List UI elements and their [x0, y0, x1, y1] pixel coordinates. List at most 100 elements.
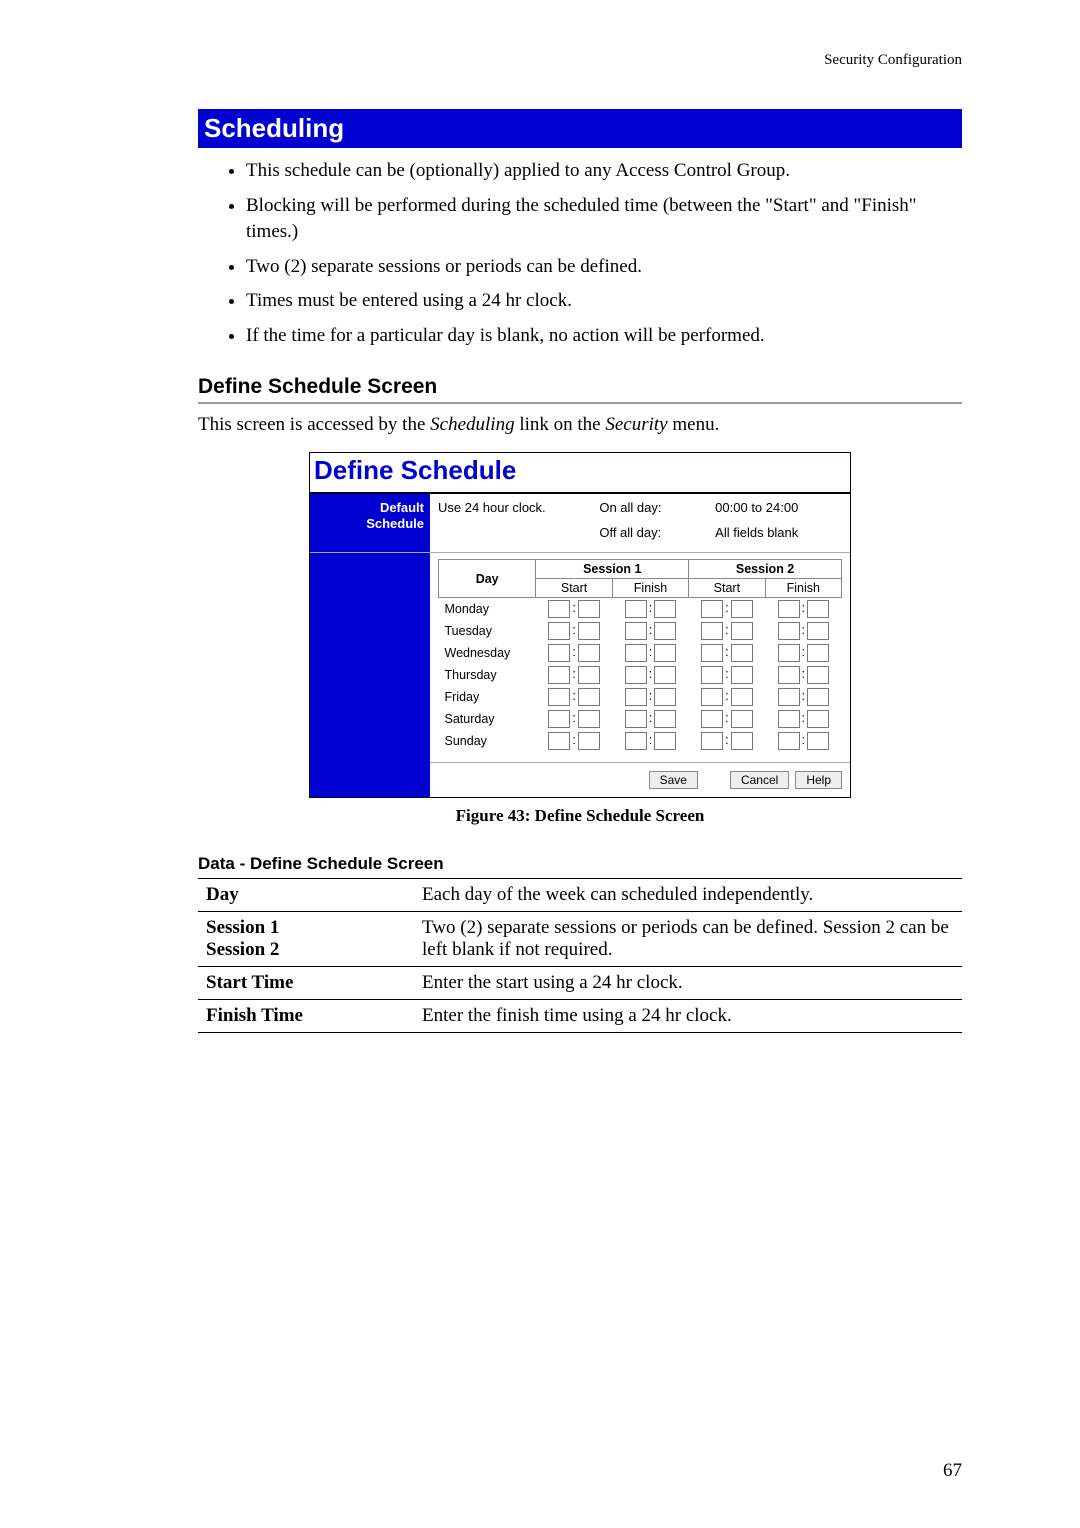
- schedule-row: Friday::::: [439, 686, 842, 708]
- time-input[interactable]: [548, 600, 570, 618]
- time-input[interactable]: [807, 688, 829, 706]
- text-italic: Scheduling: [430, 414, 514, 435]
- day-label: Sunday: [439, 730, 536, 752]
- scheduling-notes: This schedule can be (optionally) applie…: [198, 158, 962, 350]
- time-input[interactable]: [548, 622, 570, 640]
- field-description: Each day of the week can scheduled indep…: [414, 879, 962, 912]
- bullet: If the time for a particular day is blan…: [246, 323, 962, 350]
- time-input[interactable]: [654, 600, 676, 618]
- time-input[interactable]: [654, 710, 676, 728]
- off-all-day-value: All fields blank: [715, 525, 842, 546]
- time-input[interactable]: [548, 666, 570, 684]
- time-input[interactable]: [701, 688, 723, 706]
- time-input[interactable]: [778, 644, 800, 662]
- time-input[interactable]: [778, 622, 800, 640]
- time-input[interactable]: [548, 688, 570, 706]
- time-input[interactable]: [778, 666, 800, 684]
- time-input[interactable]: [548, 732, 570, 750]
- time-input[interactable]: [701, 710, 723, 728]
- cancel-button[interactable]: Cancel: [730, 771, 789, 789]
- on-all-day-value: 00:00 to 24:00: [715, 500, 842, 521]
- time-input[interactable]: [701, 622, 723, 640]
- data-definition-table: Day Each day of the week can scheduled i…: [198, 878, 962, 1033]
- time-input[interactable]: [731, 688, 753, 706]
- figure-caption: Figure 43: Define Schedule Screen: [198, 806, 962, 826]
- time-input[interactable]: [625, 600, 647, 618]
- schedule-row: Thursday::::: [439, 664, 842, 686]
- day-label: Tuesday: [439, 620, 536, 642]
- time-input[interactable]: [778, 600, 800, 618]
- text: Default: [380, 500, 424, 515]
- time-input[interactable]: [731, 666, 753, 684]
- screenshot-clock-info: Use 24 hour clock. On all day: 00:00 to …: [430, 494, 850, 553]
- table-row: Start Time Enter the start using a 24 hr…: [198, 967, 962, 1000]
- time-input[interactable]: [731, 732, 753, 750]
- text: This screen is accessed by the: [198, 414, 430, 435]
- session1-header: Session 1: [536, 560, 689, 579]
- clock-note: Use 24 hour clock.: [438, 500, 589, 521]
- time-input[interactable]: [807, 622, 829, 640]
- field-label: Day: [198, 879, 414, 912]
- text-italic: Security: [605, 414, 667, 435]
- time-input[interactable]: [578, 710, 600, 728]
- time-input[interactable]: [807, 732, 829, 750]
- bullet: Two (2) separate sessions or periods can…: [246, 254, 962, 281]
- time-input[interactable]: [778, 688, 800, 706]
- time-input[interactable]: [731, 644, 753, 662]
- time-input[interactable]: [578, 688, 600, 706]
- time-input[interactable]: [778, 710, 800, 728]
- field-description: Two (2) separate sessions or periods can…: [414, 912, 962, 967]
- help-button[interactable]: Help: [795, 771, 842, 789]
- time-input[interactable]: [548, 644, 570, 662]
- time-input[interactable]: [578, 732, 600, 750]
- start-header: Start: [689, 579, 765, 598]
- day-label: Monday: [439, 598, 536, 621]
- time-input[interactable]: [654, 666, 676, 684]
- off-all-day-label: Off all day:: [599, 525, 705, 546]
- screenshot-side-label: Default Schedule: [310, 494, 430, 553]
- text: link on the: [515, 414, 606, 435]
- time-input[interactable]: [625, 644, 647, 662]
- day-label: Wednesday: [439, 642, 536, 664]
- time-input[interactable]: [625, 688, 647, 706]
- time-input[interactable]: [807, 710, 829, 728]
- time-input[interactable]: [731, 710, 753, 728]
- time-input[interactable]: [778, 732, 800, 750]
- time-input[interactable]: [701, 644, 723, 662]
- time-input[interactable]: [654, 732, 676, 750]
- time-input[interactable]: [807, 644, 829, 662]
- table-row: Day Each day of the week can scheduled i…: [198, 879, 962, 912]
- page-number: 67: [0, 1460, 962, 1482]
- time-input[interactable]: [625, 622, 647, 640]
- time-input[interactable]: [654, 688, 676, 706]
- time-input[interactable]: [701, 600, 723, 618]
- save-button[interactable]: Save: [649, 771, 698, 789]
- time-input[interactable]: [625, 732, 647, 750]
- schedule-row: Monday::::: [439, 598, 842, 621]
- time-input[interactable]: [548, 710, 570, 728]
- schedule-row: Tuesday::::: [439, 620, 842, 642]
- bullet: This schedule can be (optionally) applie…: [246, 158, 962, 185]
- time-input[interactable]: [701, 666, 723, 684]
- day-label: Thursday: [439, 664, 536, 686]
- time-input[interactable]: [625, 666, 647, 684]
- time-input[interactable]: [578, 600, 600, 618]
- time-input[interactable]: [654, 644, 676, 662]
- time-input[interactable]: [578, 622, 600, 640]
- time-input[interactable]: [625, 710, 647, 728]
- text: Schedule: [366, 516, 424, 531]
- field-description: Enter the finish time using a 24 hr cloc…: [414, 1000, 962, 1033]
- time-input[interactable]: [654, 622, 676, 640]
- page-header: Security Configuration: [198, 52, 962, 69]
- finish-header: Finish: [612, 579, 688, 598]
- time-input[interactable]: [731, 622, 753, 640]
- schedule-row: Wednesday::::: [439, 642, 842, 664]
- time-input[interactable]: [578, 666, 600, 684]
- time-input[interactable]: [807, 600, 829, 618]
- subheading-data-table: Data - Define Schedule Screen: [198, 854, 962, 874]
- time-input[interactable]: [578, 644, 600, 662]
- time-input[interactable]: [807, 666, 829, 684]
- time-input[interactable]: [701, 732, 723, 750]
- field-label: Finish Time: [198, 1000, 414, 1033]
- time-input[interactable]: [731, 600, 753, 618]
